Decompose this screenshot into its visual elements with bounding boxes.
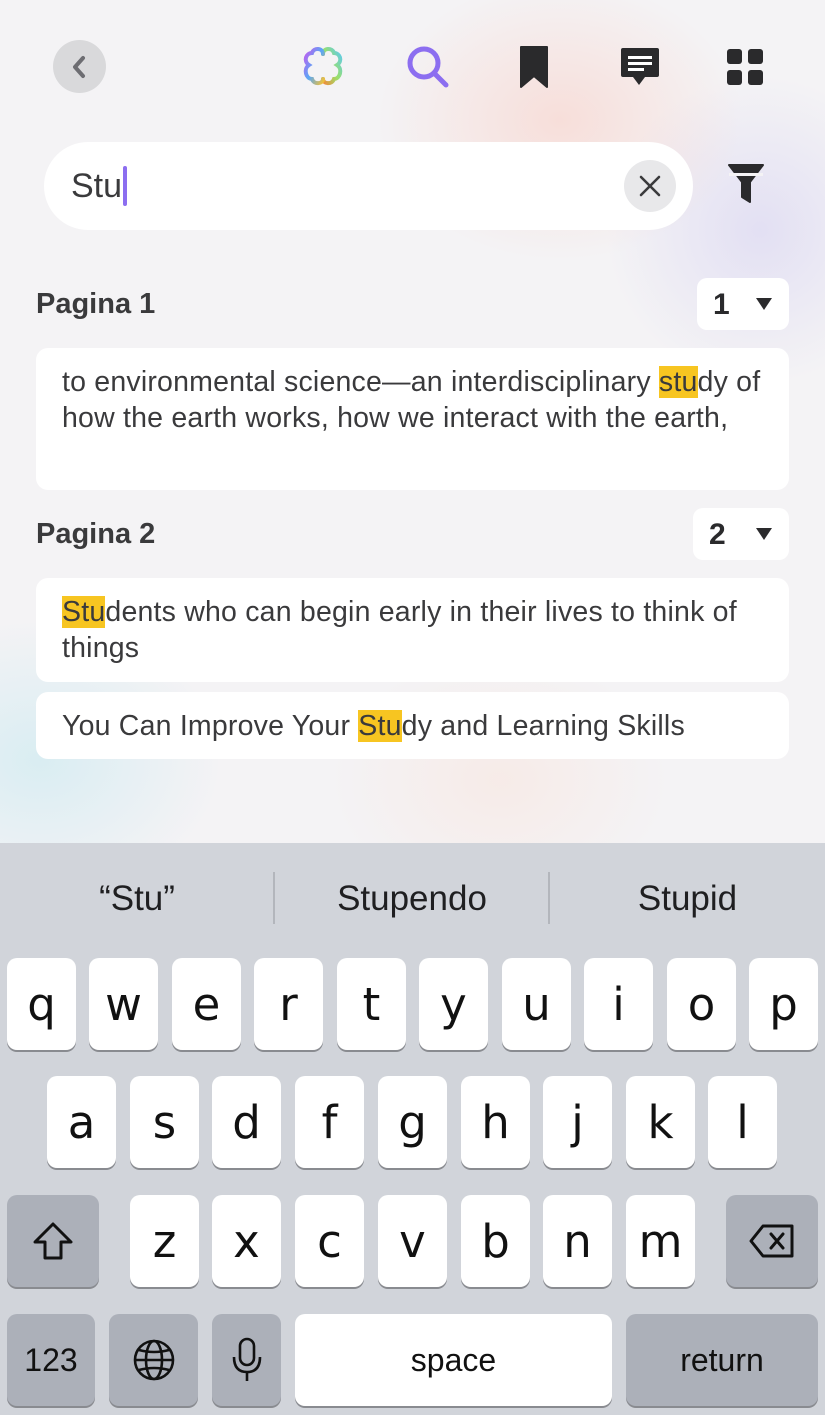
clear-search-button[interactable] (624, 160, 676, 212)
result-text-before: to environmental science—an interdiscipl… (62, 366, 659, 398)
search-tab-button[interactable] (404, 44, 452, 90)
comments-button[interactable] (618, 44, 662, 90)
page-group-title: Pagina 1 (36, 288, 156, 320)
page-jump-button[interactable]: 2 (693, 508, 789, 560)
key-n[interactable]: n (543, 1195, 612, 1287)
key-b[interactable]: b (461, 1195, 530, 1287)
search-icon (407, 46, 449, 88)
key-i[interactable]: i (584, 958, 653, 1050)
shift-arrow-icon (33, 1222, 73, 1260)
key-f[interactable]: f (295, 1076, 364, 1168)
search-result[interactable]: Students who can begin early in their li… (36, 578, 789, 682)
suggestion-item[interactable]: “Stu” (0, 843, 274, 955)
dropdown-triangle-icon (756, 528, 772, 540)
dropdown-triangle-icon (756, 298, 772, 310)
result-match-highlight: Stu (62, 596, 106, 628)
text-caret (123, 166, 128, 206)
key-k[interactable]: k (626, 1076, 695, 1168)
bookmarks-button[interactable] (516, 44, 552, 90)
shift-key[interactable] (7, 1195, 99, 1287)
key-u[interactable]: u (502, 958, 571, 1050)
result-text-before: You Can Improve Your (62, 710, 359, 742)
filter-icon (728, 164, 764, 203)
page-number: 1 (713, 288, 730, 321)
bookmark-icon (520, 46, 548, 88)
key-x[interactable]: x (212, 1195, 281, 1287)
key-g[interactable]: g (378, 1076, 447, 1168)
filter-button[interactable] (724, 160, 768, 208)
key-d[interactable]: d (212, 1076, 281, 1168)
key-e[interactable]: e (172, 958, 241, 1050)
dictation-key[interactable] (212, 1314, 281, 1406)
key-c[interactable]: c (295, 1195, 364, 1287)
backspace-icon (749, 1224, 794, 1258)
search-field[interactable]: Stu (44, 142, 693, 230)
key-p[interactable]: p (749, 958, 818, 1050)
app-logo-icon (303, 47, 343, 86)
result-match-highlight: stu (658, 366, 698, 398)
close-icon (639, 175, 661, 197)
result-text-after: dents who can begin early in their lives… (62, 596, 737, 664)
numbers-key[interactable]: 123 (7, 1314, 95, 1406)
key-m[interactable]: m (626, 1195, 695, 1287)
suggestion-item[interactable]: Stupid (550, 843, 825, 955)
search-result[interactable]: You Can Improve Your Study and Learning … (36, 692, 789, 759)
globe-icon (133, 1339, 174, 1381)
key-l[interactable]: l (708, 1076, 777, 1168)
search-input[interactable]: Stu (71, 166, 128, 206)
grid-icon (727, 49, 763, 85)
delete-key[interactable] (726, 1195, 818, 1287)
thumbnails-button[interactable] (724, 46, 766, 88)
globe-key[interactable] (109, 1314, 198, 1406)
key-y[interactable]: y (419, 958, 488, 1050)
key-r[interactable]: r (254, 958, 323, 1050)
space-key[interactable]: space (295, 1314, 612, 1406)
key-z[interactable]: z (130, 1195, 199, 1287)
key-q[interactable]: q (7, 958, 76, 1050)
ai-assistant-button[interactable] (300, 44, 346, 90)
page-group-title: Pagina 2 (36, 518, 156, 550)
chevron-left-icon (72, 55, 85, 78)
key-w[interactable]: w (89, 958, 158, 1050)
page-jump-button[interactable]: 1 (697, 278, 789, 330)
page-number: 2 (709, 518, 726, 551)
key-v[interactable]: v (378, 1195, 447, 1287)
key-h[interactable]: h (461, 1076, 530, 1168)
result-text-after: dy and Learning Skills (401, 710, 685, 742)
search-result[interactable]: to environmental science—an interdiscipl… (36, 348, 789, 490)
key-o[interactable]: o (667, 958, 736, 1050)
suggestion-item[interactable]: Stupendo (275, 843, 549, 955)
search-screen: Stu Pagina 1 1 to environmental science—… (0, 0, 825, 843)
onscreen-keyboard: “Stu” Stupendo Stupid q w e r t y u i o … (0, 843, 825, 1415)
return-key[interactable]: return (626, 1314, 818, 1406)
back-button[interactable] (53, 40, 106, 93)
key-j[interactable]: j (543, 1076, 612, 1168)
search-input-value: Stu (71, 167, 123, 205)
key-t[interactable]: t (337, 958, 406, 1050)
result-match-highlight: Stu (358, 710, 402, 742)
key-a[interactable]: a (47, 1076, 116, 1168)
microphone-icon (232, 1337, 261, 1381)
comment-icon (621, 48, 659, 85)
key-s[interactable]: s (130, 1076, 199, 1168)
